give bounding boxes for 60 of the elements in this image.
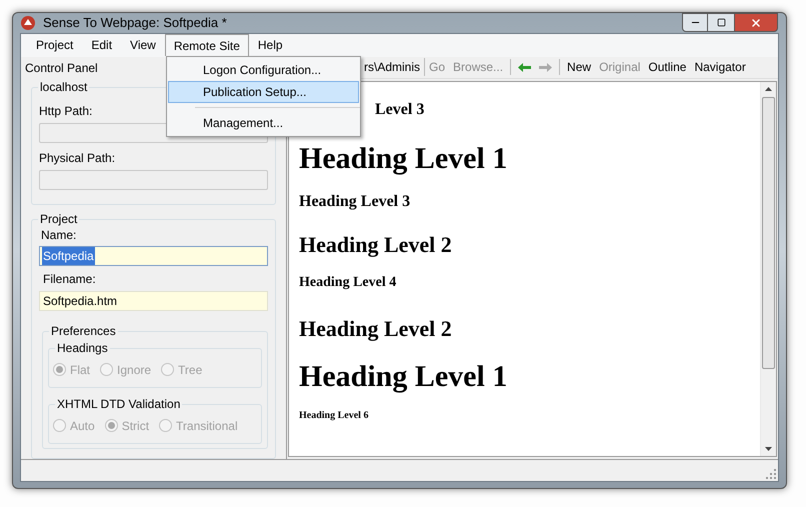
field-label: Filename: [42,270,97,288]
toolbar-button[interactable]: New [563,58,596,76]
app-logo-icon [21,16,35,30]
name-field[interactable]: Softpedia [39,246,268,266]
radio-label: Ignore [117,362,152,378]
document-heading: Level 3 [375,100,424,118]
field-value: Softpedia [42,246,95,264]
menu-entry[interactable]: Logon Configuration... [168,58,359,80]
radio-label: Tree [178,362,202,378]
group-title: localhost [38,80,90,94]
toolbar-button[interactable]: Outline [644,58,690,76]
scroll-up-icon[interactable] [765,86,772,90]
menu-item[interactable]: Remote Site [164,34,249,56]
document-heading: Heading Level 1 [299,360,508,392]
document-heading: Heading Level 6 [299,410,368,420]
menu-item[interactable]: Project [27,34,82,56]
panel-title: Control Panel [24,60,98,76]
radio-button[interactable] [161,363,174,376]
resize-grip-icon[interactable] [766,468,776,478]
maximize-button[interactable] [708,13,734,32]
physical-path-field[interactable] [39,170,268,190]
path-field[interactable]: rs\Adminis [364,58,426,76]
field-label: Name: [40,226,78,244]
maximize-icon [716,18,726,27]
radio-button[interactable] [53,419,66,432]
radio-button[interactable] [100,363,114,376]
field-label: Physical Path: [39,150,116,166]
document-heading: Heading Level 1 [299,142,508,174]
group-title: XHTML DTD Validation [55,396,182,410]
document-heading: Heading Level 2 [299,232,452,256]
radio-label: Flat [70,362,90,378]
menu-item[interactable]: View [121,34,165,56]
window-title: Sense To Webpage: Softpedia * [43,14,227,32]
filename-field[interactable]: Softpedia.htm [39,290,268,310]
minimize-button[interactable] [682,13,708,32]
close-icon [750,16,762,28]
radio-label: Transitional [176,418,238,434]
menu-entry[interactable]: Publication Setup... [168,80,359,102]
document-heading: Heading Level 4 [299,274,396,290]
field-value: Softpedia.htm [43,292,118,310]
group-title: Headings [55,340,110,354]
scroll-down-icon[interactable] [765,446,772,450]
menu-item[interactable]: Help [248,34,292,56]
scrollbar[interactable] [760,82,776,456]
close-button[interactable] [734,13,778,32]
field-label: Http Path: [39,102,94,120]
document-heading: Heading Level 2 [299,316,452,340]
radio-label: Auto [70,418,95,434]
scrollbar-thumb[interactable] [762,96,775,368]
menu-entry[interactable]: Management... [168,112,359,134]
radio-button[interactable] [53,363,66,376]
group-title: Preferences [49,324,118,338]
radio-button[interactable] [104,419,118,432]
radio-button[interactable] [159,419,172,432]
toolbar-button[interactable]: Navigator [690,58,750,76]
menu-item[interactable]: Edit [82,34,122,56]
document-heading: Heading Level 3 [299,192,410,210]
radio-label: Strict [122,418,150,434]
group-title: Project [38,212,80,226]
back-arrow-icon[interactable] [518,62,532,72]
